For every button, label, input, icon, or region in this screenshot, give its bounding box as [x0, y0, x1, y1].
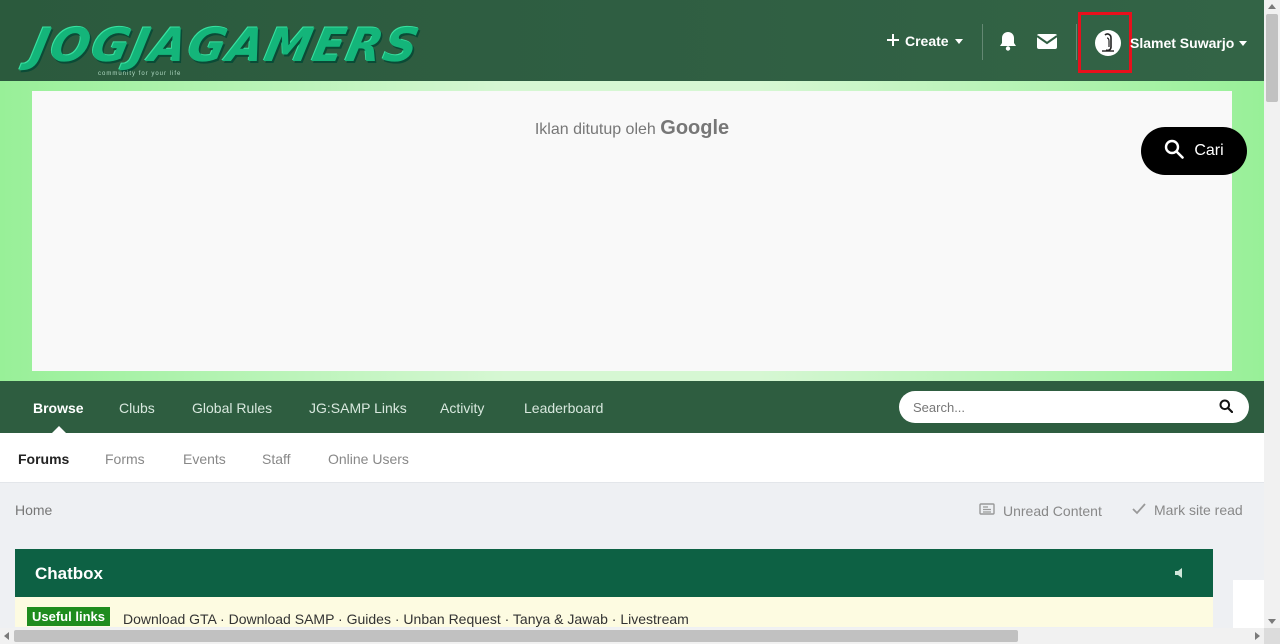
header-divider — [1076, 24, 1077, 60]
vertical-scrollbar[interactable] — [1264, 0, 1280, 628]
search-box — [899, 391, 1249, 423]
link-unban-request[interactable]: Unban Request — [403, 611, 500, 627]
site-header: JOGJAGAMERS community for your life Crea… — [0, 0, 1264, 81]
unread-content-link[interactable]: Unread Content — [979, 502, 1102, 519]
scroll-right-arrow-icon[interactable] — [1255, 632, 1260, 640]
logo-text: JOGJAGAMERS — [26, 18, 426, 72]
chevron-down-icon — [954, 38, 963, 44]
nav-item-global-rules[interactable]: Global Rules — [192, 400, 272, 416]
ad-closed-message: Iklan ditutup oleh Google — [32, 117, 1232, 140]
subnav-item-events[interactable]: Events — [183, 451, 226, 467]
ad-brand: Google — [660, 117, 730, 139]
scroll-down-arrow-icon[interactable] — [1268, 619, 1276, 624]
main-nav: Browse Clubs Global Rules JG:SAMP Links … — [0, 381, 1264, 433]
speaker-icon[interactable] — [1173, 566, 1187, 580]
nav-item-activity[interactable]: Activity — [440, 400, 484, 416]
check-icon — [1132, 502, 1146, 518]
link-download-samp[interactable]: Download SAMP — [229, 611, 335, 627]
horizontal-scrollbar[interactable] — [0, 628, 1264, 644]
plus-icon — [887, 33, 899, 49]
header-divider — [982, 24, 983, 60]
nav-item-leaderboard[interactable]: Leaderboard — [524, 400, 603, 416]
subnav-item-staff[interactable]: Staff — [262, 451, 291, 467]
username-label: Slamet Suwarjo — [1130, 35, 1235, 51]
notifications-bell-icon[interactable] — [997, 30, 1021, 54]
create-label: Create — [905, 33, 949, 49]
chatbox-header: Chatbox — [15, 549, 1213, 597]
sub-nav: Forums Forms Events Staff Online Users — [0, 433, 1264, 483]
subnav-item-forums[interactable]: Forums — [18, 451, 69, 467]
ad-closed-text: Iklan ditutup oleh — [534, 121, 656, 138]
vertical-scroll-thumb[interactable] — [1266, 14, 1278, 102]
subnav-item-forms[interactable]: Forms — [105, 451, 145, 467]
mark-site-read-link[interactable]: Mark site read — [1132, 502, 1243, 518]
site-logo[interactable]: JOGJAGAMERS community for your life — [14, 8, 425, 77]
scrollbar-corner — [1264, 628, 1280, 644]
active-nav-indicator — [52, 426, 66, 433]
link-guides[interactable]: Guides — [347, 611, 391, 627]
ad-area: Iklan ditutup oleh Google — [0, 81, 1264, 381]
avatar[interactable] — [1095, 30, 1121, 56]
search-icon — [1164, 139, 1185, 164]
link-tanya-jawab[interactable]: Tanya & Jawab — [513, 611, 608, 627]
scroll-left-arrow-icon[interactable] — [4, 632, 9, 640]
link-livestream[interactable]: Livestream — [620, 611, 688, 627]
link-download-gta[interactable]: Download GTA — [123, 611, 216, 627]
side-panel — [1233, 580, 1264, 628]
create-button[interactable]: Create — [887, 33, 963, 49]
ad-slot: Iklan ditutup oleh Google — [32, 91, 1232, 371]
chatbox-body: Useful links Download GTA · Download SAM… — [15, 597, 1213, 627]
user-menu[interactable]: Slamet Suwarjo — [1130, 35, 1248, 51]
messages-envelope-icon[interactable] — [1036, 30, 1060, 54]
cari-search-button[interactable]: Cari — [1141, 127, 1247, 175]
breadcrumb-home[interactable]: Home — [15, 502, 52, 518]
unread-content-label: Unread Content — [1003, 502, 1102, 519]
newspaper-icon — [979, 502, 995, 519]
chevron-down-icon — [1239, 40, 1248, 46]
mark-site-read-label: Mark site read — [1154, 502, 1243, 518]
subnav-item-online-users[interactable]: Online Users — [328, 451, 409, 467]
useful-links-list: Download GTA · Download SAMP · Guides · … — [123, 611, 689, 627]
chatbox-title: Chatbox — [35, 564, 103, 583]
horizontal-scroll-thumb[interactable] — [14, 630, 1018, 642]
search-icon[interactable] — [1219, 399, 1235, 415]
nav-item-jg-samp-links[interactable]: JG:SAMP Links — [309, 400, 407, 416]
nav-item-clubs[interactable]: Clubs — [119, 400, 155, 416]
nav-item-browse[interactable]: Browse — [33, 400, 84, 416]
logo-tagline: community for your life — [98, 71, 182, 77]
scroll-up-arrow-icon[interactable] — [1268, 4, 1276, 9]
useful-links-badge[interactable]: Useful links — [27, 607, 110, 626]
search-input[interactable] — [913, 397, 1203, 417]
cari-label: Cari — [1194, 142, 1224, 159]
